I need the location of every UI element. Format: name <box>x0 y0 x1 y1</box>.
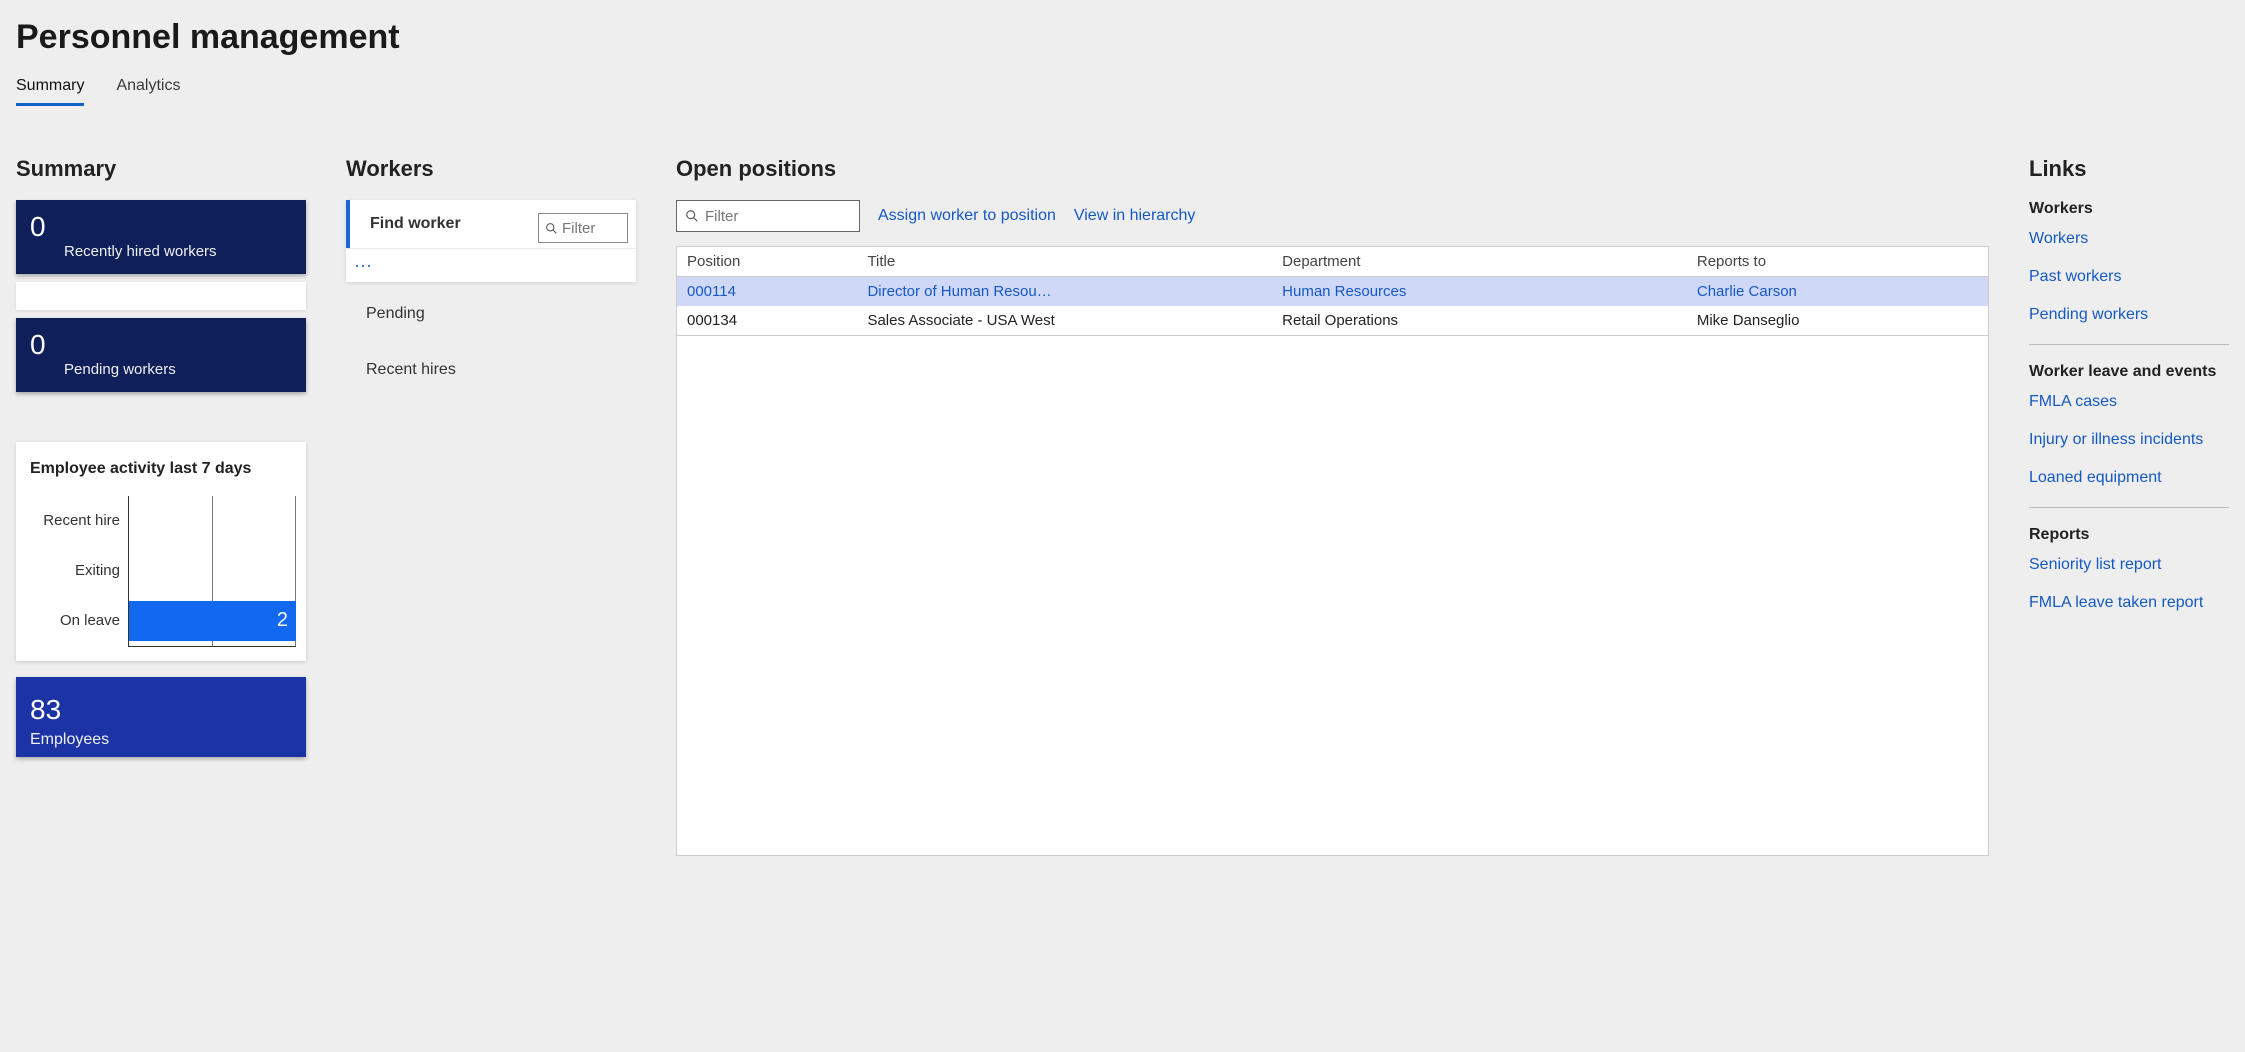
link-fmla-leave-report[interactable]: FMLA leave taken report <box>2029 594 2229 612</box>
cell-position[interactable]: 000134 <box>677 306 858 336</box>
workers-tab-recent-hires[interactable]: Recent hires <box>346 346 636 394</box>
search-icon <box>685 209 699 223</box>
workers-heading: Workers <box>346 156 636 182</box>
link-loaned-equipment[interactable]: Loaned equipment <box>2029 469 2229 487</box>
link-past-workers[interactable]: Past workers <box>2029 268 2229 286</box>
workers-panel: Find worker Filter ··· <box>346 200 636 282</box>
table-row[interactable]: 000114 Director of Human Resou… Human Re… <box>677 277 1989 307</box>
open-positions-filter-input[interactable]: Filter <box>676 200 860 232</box>
page-tabs: Summary Analytics <box>10 63 2235 106</box>
open-positions-empty-area <box>676 336 1989 856</box>
link-pending-workers[interactable]: Pending workers <box>2029 306 2229 324</box>
tile-pending-label: Pending workers <box>30 361 292 378</box>
cell-department: Retail Operations <box>1272 306 1687 336</box>
cell-reports-to: Charlie Carson <box>1687 277 1989 307</box>
activity-chart: Recent hire Exiting On leave 2 <box>26 496 296 647</box>
link-workers[interactable]: Workers <box>2029 230 2229 248</box>
links-group-workers: Workers <box>2029 200 2229 218</box>
links-group-leave-events: Worker leave and events <box>2029 363 2229 381</box>
workers-filter-input[interactable]: Filter <box>538 213 628 243</box>
tab-summary[interactable]: Summary <box>16 77 84 106</box>
tile-employees-value: 83 <box>30 695 292 726</box>
view-in-hierarchy-link[interactable]: View in hierarchy <box>1074 207 1196 225</box>
links-divider <box>2029 344 2229 345</box>
employee-activity-card: Employee activity last 7 days Recent hir… <box>16 442 306 661</box>
chart-cat-2: On leave <box>26 612 128 629</box>
chart-value-on-leave: 2 <box>277 609 288 632</box>
chart-bar-on-leave: 2 <box>129 601 296 641</box>
tile-employees[interactable]: 83 Employees <box>16 677 306 758</box>
workers-tab-find-worker[interactable]: Find worker <box>346 200 538 248</box>
link-fmla-cases[interactable]: FMLA cases <box>2029 393 2229 411</box>
tile-gap <box>16 282 306 310</box>
cell-title: Director of Human Resou… <box>857 277 1272 307</box>
tile-recent-value: 0 <box>30 212 292 243</box>
page-title: Personnel management <box>10 14 2235 63</box>
open-positions-heading: Open positions <box>676 156 1989 182</box>
workers-more-actions[interactable]: ··· <box>346 248 636 282</box>
links-group-reports: Reports <box>2029 526 2229 544</box>
summary-heading: Summary <box>16 156 306 182</box>
activity-title: Employee activity last 7 days <box>26 460 296 478</box>
workers-tab-pending[interactable]: Pending <box>346 290 636 338</box>
assign-worker-link[interactable]: Assign worker to position <box>878 207 1056 225</box>
cell-title: Sales Associate - USA West <box>857 306 1272 336</box>
chart-cat-0: Recent hire <box>26 512 128 529</box>
tile-pending-workers[interactable]: 0 Pending workers <box>16 318 306 392</box>
cell-reports-to: Mike Danseglio <box>1687 306 1989 336</box>
col-header-department[interactable]: Department <box>1272 247 1687 277</box>
tile-recently-hired-workers[interactable]: 0 Recently hired workers <box>16 200 306 274</box>
workers-filter-placeholder: Filter <box>562 220 595 237</box>
open-positions-filter-placeholder: Filter <box>705 208 738 225</box>
links-heading: Links <box>2029 156 2229 182</box>
tile-recent-label: Recently hired workers <box>30 243 292 260</box>
tab-analytics[interactable]: Analytics <box>116 77 180 106</box>
cell-position[interactable]: 000114 <box>677 277 858 307</box>
open-positions-table: Position Title Department Reports to 000… <box>676 246 1989 336</box>
chart-cat-1: Exiting <box>26 562 128 579</box>
col-header-position[interactable]: Position <box>677 247 858 277</box>
tile-pending-value: 0 <box>30 330 292 361</box>
col-header-reports-to[interactable]: Reports to <box>1687 247 1989 277</box>
links-divider <box>2029 507 2229 508</box>
col-header-title[interactable]: Title <box>857 247 1272 277</box>
cell-department: Human Resources <box>1272 277 1687 307</box>
table-row[interactable]: 000134 Sales Associate - USA West Retail… <box>677 306 1989 336</box>
link-seniority-report[interactable]: Seniority list report <box>2029 556 2229 574</box>
search-icon <box>545 222 558 235</box>
tile-employees-label: Employees <box>30 731 292 749</box>
link-injury-incidents[interactable]: Injury or illness incidents <box>2029 431 2229 449</box>
